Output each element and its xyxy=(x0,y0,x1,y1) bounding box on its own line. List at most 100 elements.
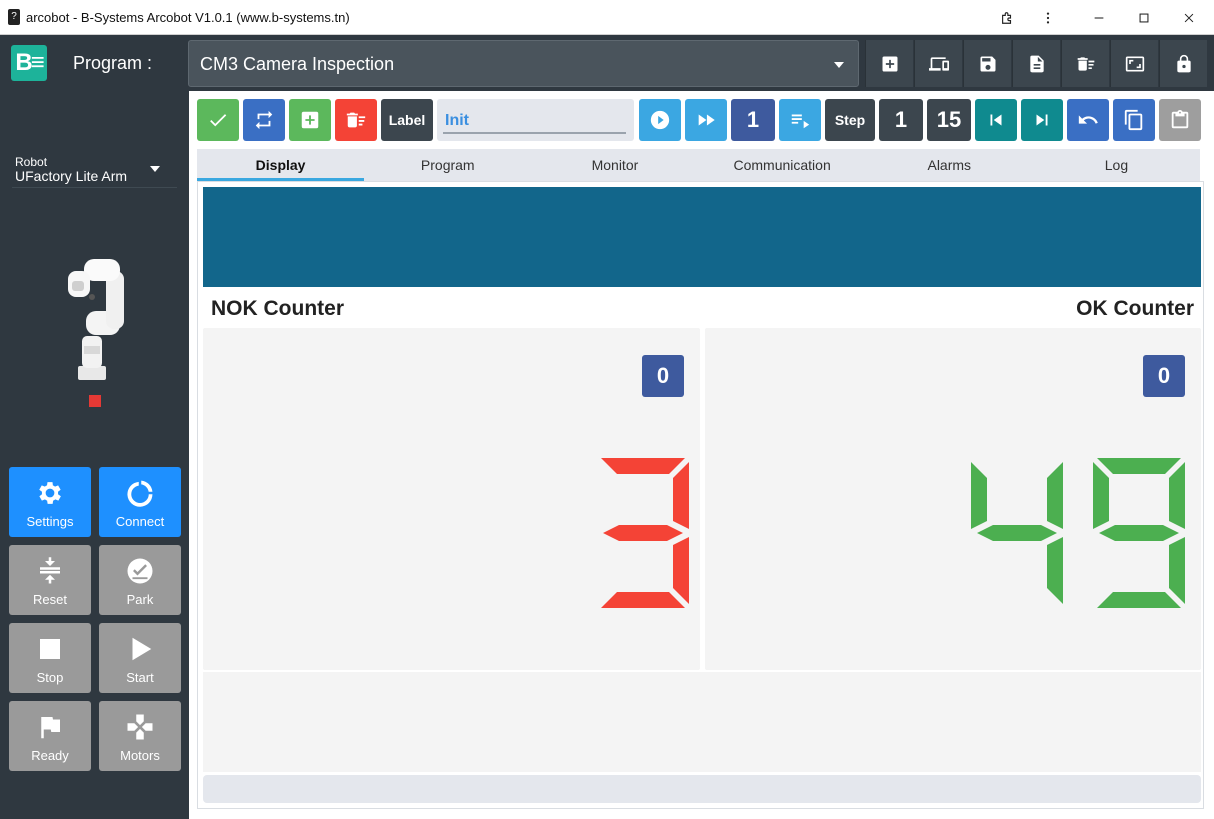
display-lower-area xyxy=(203,672,1201,772)
loop-button[interactable] xyxy=(243,99,285,141)
digit-segment-f xyxy=(1093,462,1109,529)
digit-segment-b xyxy=(1047,462,1063,529)
program-label: Program : xyxy=(73,53,153,73)
repeat-icon xyxy=(255,110,273,130)
screen-icon xyxy=(1125,56,1144,71)
display-banner xyxy=(203,187,1201,287)
lock-icon xyxy=(1176,54,1191,72)
digit-segment-g xyxy=(1099,525,1179,541)
playlist-button[interactable] xyxy=(779,99,821,141)
add-box-icon xyxy=(301,111,319,129)
document-button[interactable] xyxy=(1012,40,1060,87)
devices-button[interactable] xyxy=(914,40,962,87)
nok-count-badge[interactable]: 0 xyxy=(642,355,684,397)
robot-select[interactable]: UFactory Lite Arm xyxy=(15,168,127,184)
validate-button[interactable] xyxy=(197,99,239,141)
digit-segment-f xyxy=(971,462,987,529)
park-button-label: Park xyxy=(126,592,154,607)
last-step-button[interactable] xyxy=(1021,99,1063,141)
digit-segment-a xyxy=(1097,458,1181,474)
step-total: 15 xyxy=(927,99,971,141)
divider xyxy=(12,187,177,188)
devices-icon xyxy=(928,56,949,71)
connect-button[interactable]: Connect xyxy=(99,467,181,537)
close-icon[interactable] xyxy=(1166,4,1212,31)
status-bar xyxy=(203,775,1201,803)
chevron-down-icon xyxy=(834,62,844,68)
tab-program[interactable]: Program xyxy=(364,149,531,181)
step-button[interactable]: Step xyxy=(825,99,875,141)
step-current: 1 xyxy=(879,99,923,141)
maximize-icon[interactable] xyxy=(1121,4,1167,31)
program-select-value: CM3 Camera Inspection xyxy=(200,54,395,74)
reset-button[interactable]: Reset xyxy=(9,545,91,615)
label-button[interactable]: Label xyxy=(381,99,433,141)
label-input[interactable]: Init xyxy=(437,99,634,141)
screen-button[interactable] xyxy=(1110,40,1158,87)
ok-count-badge[interactable]: 0 xyxy=(1143,355,1185,397)
delete-step-button[interactable] xyxy=(335,99,377,141)
start-button[interactable]: Start xyxy=(99,623,181,693)
add-step-button[interactable] xyxy=(289,99,331,141)
main-area: Label Init 1 Step 1 15 Display Program M… xyxy=(189,91,1214,819)
app-header: B≡ Program : CM3 Camera Inspection xyxy=(0,35,1214,91)
gear-icon xyxy=(39,482,61,504)
digit-segment-c xyxy=(1169,537,1185,604)
nok-counter-display xyxy=(601,458,689,608)
display-panel: NOK Counter OK Counter 0 0 xyxy=(197,181,1204,809)
chevron-down-icon[interactable] xyxy=(150,166,160,172)
digit-segment-g xyxy=(977,525,1057,541)
ready-button-label: Ready xyxy=(31,748,69,763)
stop-icon xyxy=(40,639,60,659)
park-button[interactable]: Park xyxy=(99,545,181,615)
sidebar: Robot UFactory Lite Arm Settings Connect… xyxy=(0,91,189,819)
paste-button[interactable] xyxy=(1159,99,1201,141)
digit-segment-b xyxy=(1169,462,1185,529)
delete-list-icon xyxy=(1077,56,1094,71)
connect-button-label: Connect xyxy=(115,514,165,529)
delete-program-button[interactable] xyxy=(1061,40,1109,87)
tab-display[interactable]: Display xyxy=(197,149,365,181)
play-icon xyxy=(132,637,152,661)
compress-icon xyxy=(40,557,60,584)
extensions-icon[interactable] xyxy=(984,4,1030,31)
digit-segment-c xyxy=(1047,537,1063,604)
delete-list-icon xyxy=(346,112,366,128)
add-program-button[interactable] xyxy=(865,40,913,87)
ok-counter-title: OK Counter xyxy=(1076,297,1194,320)
clipboard-icon xyxy=(1171,109,1189,129)
skip-next-icon xyxy=(1036,114,1048,126)
undo-button[interactable] xyxy=(1067,99,1109,141)
reset-button-label: Reset xyxy=(33,592,67,607)
tab-communication[interactable]: Communication xyxy=(699,149,866,181)
first-step-button[interactable] xyxy=(975,99,1017,141)
tab-log[interactable]: Log xyxy=(1033,149,1200,181)
save-button[interactable] xyxy=(963,40,1011,87)
settings-button-label: Settings xyxy=(26,514,74,529)
run-button[interactable] xyxy=(639,99,681,141)
fast-forward-button[interactable] xyxy=(685,99,727,141)
playlist-play-icon xyxy=(791,114,810,129)
more-vert-icon[interactable] xyxy=(1025,4,1071,31)
tab-alarms[interactable]: Alarms xyxy=(866,149,1033,181)
digit-segment-a xyxy=(601,458,685,474)
app-icon: ? xyxy=(8,9,20,25)
lock-button[interactable] xyxy=(1159,40,1207,87)
program-select[interactable]: CM3 Camera Inspection xyxy=(188,40,859,87)
stop-button[interactable]: Stop xyxy=(9,623,91,693)
copy-button[interactable] xyxy=(1113,99,1155,141)
label-input-value: Init xyxy=(445,112,469,129)
document-icon xyxy=(1029,55,1044,72)
undo-icon xyxy=(1078,115,1098,124)
stop-button-label: Stop xyxy=(36,670,64,685)
run-count-button[interactable]: 1 xyxy=(731,99,775,141)
copy-icon xyxy=(1124,109,1143,131)
tab-monitor[interactable]: Monitor xyxy=(531,149,698,181)
robot-arm-icon xyxy=(68,259,124,380)
check-circle-icon xyxy=(127,558,153,584)
ready-button[interactable]: Ready xyxy=(9,701,91,771)
settings-button[interactable]: Settings xyxy=(9,467,91,537)
motors-button[interactable]: Motors xyxy=(99,701,181,771)
program-toolbar: Label Init 1 Step 1 15 xyxy=(189,91,1214,148)
minimize-icon[interactable] xyxy=(1076,4,1122,31)
